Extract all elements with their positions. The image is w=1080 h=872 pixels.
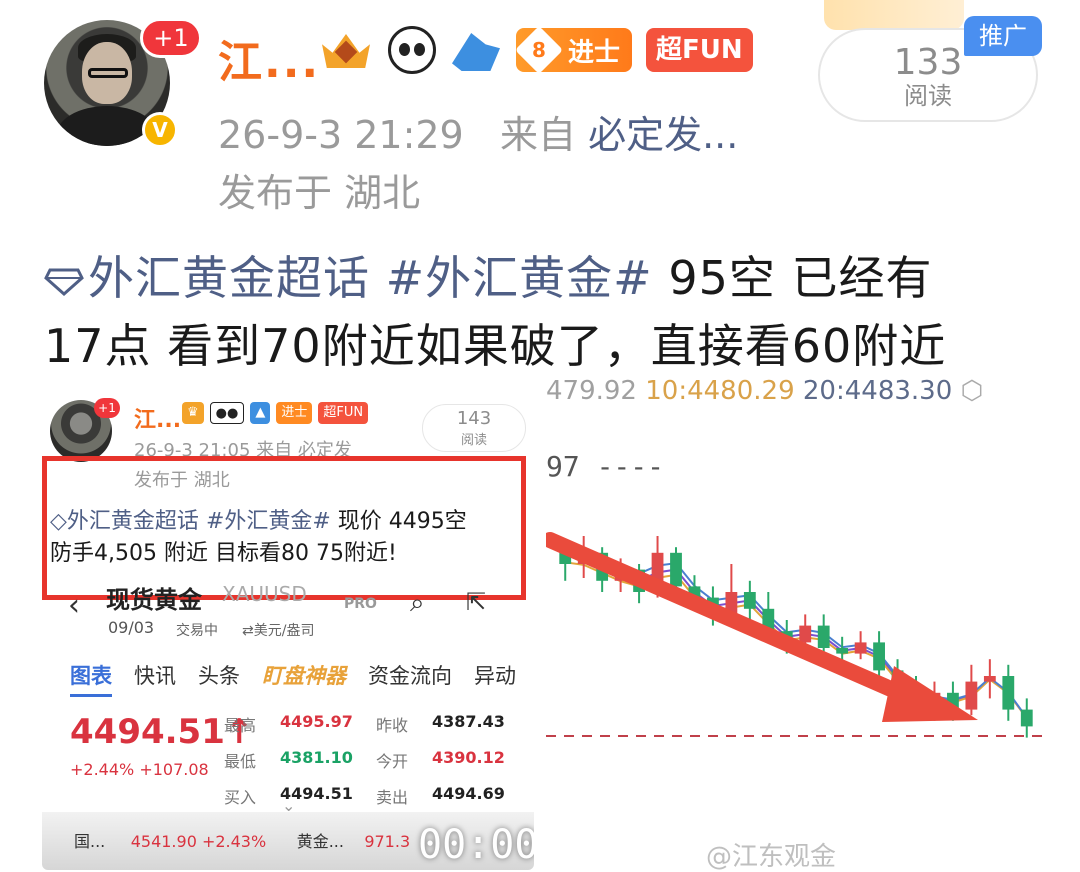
ticker-value: 4541.90 +2.43% bbox=[130, 832, 267, 851]
quote-value: 4390.12 bbox=[432, 748, 505, 767]
app-title: 现货黄金 bbox=[106, 586, 202, 614]
follow-plus-badge[interactable]: +1 bbox=[140, 18, 202, 58]
post-meta: 26-9-3 21:29 来自 必定发... bbox=[218, 104, 738, 159]
super-fun-badge[interactable]: 超FUN bbox=[646, 28, 753, 72]
app-trading-status: 交易中 bbox=[176, 623, 218, 639]
quote-key: 最低 bbox=[224, 752, 257, 771]
mini-badge-row: ♛ ●● ▲ 进士 超FUN bbox=[182, 402, 369, 424]
shark-icon[interactable] bbox=[450, 27, 502, 73]
quote-key: 买入 bbox=[224, 788, 257, 807]
promo-decoration bbox=[824, 0, 964, 30]
tab-flash: 快讯 bbox=[134, 664, 176, 688]
candlestick-chart bbox=[546, 532, 1046, 738]
ticker-name-2: 黄金... bbox=[296, 832, 344, 851]
candle-body bbox=[983, 676, 996, 682]
quote-key: 昨收 bbox=[376, 716, 409, 735]
mini-plus-badge: +1 bbox=[94, 398, 120, 418]
app-tabs: 图表 快讯 头条 盯盘神器 资金流向 异动 bbox=[70, 660, 516, 697]
level-diamond-icon: 8 bbox=[514, 25, 564, 75]
candle-body bbox=[670, 552, 682, 587]
ticker-name: 国... bbox=[74, 832, 106, 851]
hashtag-link[interactable]: #外汇黄金# bbox=[386, 251, 653, 305]
candle-body bbox=[1002, 676, 1015, 710]
downtrend-arrow bbox=[546, 532, 924, 708]
app-symbol: XAUUSD bbox=[222, 582, 307, 606]
source-prefix: 来自 bbox=[499, 113, 576, 157]
quote-value: 4494.69 bbox=[432, 784, 505, 803]
mini-read-label: 阅读 bbox=[460, 433, 487, 448]
tab-monitor: 盯盘神器 bbox=[262, 664, 346, 688]
tab-fund-flow: 资金流向 bbox=[368, 664, 452, 688]
read-label: 阅读 bbox=[904, 82, 952, 110]
post-datetime: 26-9-3 21:29 bbox=[218, 113, 464, 157]
tab-chart: 图表 bbox=[70, 660, 112, 697]
video-timestamp: 00:00 bbox=[418, 822, 534, 868]
verified-v-icon: V bbox=[142, 112, 178, 148]
level-title: 进士 bbox=[568, 37, 621, 68]
mini-read-box: 143 阅读 bbox=[422, 404, 526, 452]
mini-username: 江... bbox=[134, 408, 182, 433]
embedded-screenshot-image[interactable]: +1 江... ♛ ●● ▲ 进士 超FUN 143 阅读 26-9-3 21:… bbox=[42, 382, 534, 870]
source-app-link[interactable]: 必定发... bbox=[588, 113, 738, 157]
app-pro-label: PRO bbox=[344, 596, 377, 612]
app-unit: ⇄美元/盎司 bbox=[242, 623, 315, 639]
mini-shark-icon: ▲ bbox=[250, 402, 271, 424]
quote-value: 4387.43 bbox=[432, 712, 505, 731]
mini-read-count: 143 bbox=[456, 408, 492, 429]
quote-key: 卖出 bbox=[376, 788, 409, 807]
candle-body bbox=[965, 681, 978, 710]
super-topic-link[interactable]: 外汇黄金超话 bbox=[88, 251, 370, 305]
price-change: +2.44% +107.08 bbox=[70, 760, 209, 779]
crown-medal-icon[interactable] bbox=[318, 26, 374, 74]
share-icon: ⇱ bbox=[466, 588, 487, 616]
candle-body bbox=[743, 592, 756, 609]
candle-body bbox=[1020, 709, 1033, 727]
ticker-text: 国... 4541.90 +2.43% 黄金... 971.3 bbox=[74, 828, 410, 852]
search-icon: ⌕ bbox=[410, 588, 425, 618]
watermark: @江东观金 bbox=[706, 842, 837, 872]
downtrend-arrowhead bbox=[882, 666, 978, 722]
post-text-line1: 95空 已经有 bbox=[652, 251, 933, 305]
app-date: 09/03 bbox=[108, 618, 155, 637]
quote-value: 4381.10 bbox=[280, 748, 353, 767]
panda-icon[interactable] bbox=[388, 26, 436, 74]
super-topic-diamond-icon bbox=[44, 268, 84, 296]
post-location: 发布于 湖北 bbox=[218, 171, 421, 215]
author-avatar[interactable]: +1 V bbox=[44, 18, 202, 150]
level-badge[interactable]: 8 进士 bbox=[514, 25, 633, 75]
candle-body bbox=[817, 625, 830, 648]
candle-body bbox=[836, 648, 849, 654]
candle-body bbox=[854, 642, 867, 654]
quote-key: 今开 bbox=[376, 752, 409, 771]
red-highlight-frame bbox=[42, 456, 526, 600]
mini-panda-icon: ●● bbox=[209, 402, 245, 424]
quote-key: 最高 bbox=[224, 716, 257, 735]
username[interactable]: 江... bbox=[218, 26, 320, 90]
mini-fun-badge: 超FUN bbox=[318, 402, 369, 424]
ticker-value-2: 971.3 bbox=[364, 832, 411, 851]
post-text-line2: 17点 看到70附近如果破了，直接看60附近 bbox=[44, 319, 947, 373]
badge-row: 8 进士 超FUN bbox=[318, 25, 753, 75]
mini-level-badge: 进士 bbox=[276, 402, 313, 424]
mini-crown-icon: ♛ bbox=[182, 402, 204, 424]
kline-chart-image[interactable]: 479.92 10:4480.29 20:4483.30 ⬡ 97 ---- bbox=[546, 370, 1046, 870]
quote-value: 4495.97 bbox=[280, 712, 353, 731]
tab-anomaly: 异动 bbox=[474, 664, 516, 688]
back-arrow-icon: ‹ bbox=[68, 588, 80, 623]
post-body: 外汇黄金超话 #外汇黄金# 95空 已经有 17点 看到70附近如果破了，直接看… bbox=[44, 244, 1044, 380]
candle-body bbox=[873, 642, 885, 671]
quote-grid: 最高 4495.97 昨收 4387.43 最低 4381.10 今开 4390… bbox=[224, 712, 522, 808]
candle-body bbox=[799, 625, 812, 643]
tab-headlines: 头条 bbox=[198, 664, 240, 688]
promo-tag[interactable]: 推广 bbox=[964, 16, 1042, 56]
